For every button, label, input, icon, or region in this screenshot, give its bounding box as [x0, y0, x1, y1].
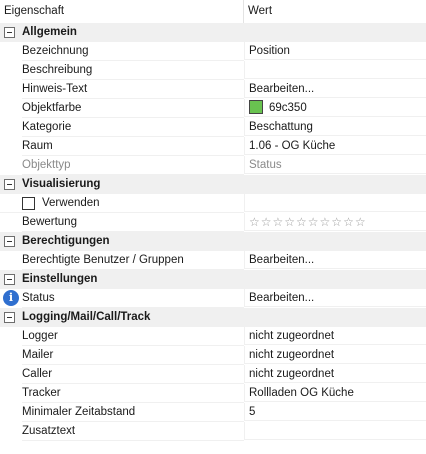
column-header-value[interactable]: Wert: [244, 0, 426, 23]
property-row-caller[interactable]: Caller nicht zugeordnet: [0, 365, 426, 384]
checkbox-label: Verwenden: [42, 197, 100, 209]
property-value[interactable]: [244, 422, 426, 440]
property-value[interactable]: nicht zugeordnet: [244, 327, 426, 345]
category-einstellungen[interactable]: Einstellungen: [0, 270, 426, 289]
property-name: Bewertung: [22, 213, 244, 232]
property-row-status[interactable]: i Status Bearbeiten...: [0, 289, 426, 308]
category-berechtigungen[interactable]: Berechtigungen: [0, 232, 426, 251]
property-row-verwenden[interactable]: Verwenden: [0, 194, 426, 213]
property-name: Objekttyp: [22, 156, 244, 175]
property-row-hinweis-text[interactable]: Hinweis-Text Bearbeiten...: [0, 80, 426, 99]
category-label: Einstellungen: [22, 273, 98, 285]
category-allgemein[interactable]: Allgemein: [0, 23, 426, 42]
property-name: Objektfarbe: [22, 99, 244, 118]
collapse-icon[interactable]: [4, 236, 15, 247]
property-name: Minimaler Zeitabstand: [22, 403, 244, 422]
property-row-bezeichnung[interactable]: Bezeichnung Position: [0, 42, 426, 61]
property-name: Beschreibung: [22, 61, 244, 80]
property-row-mailer[interactable]: Mailer nicht zugeordnet: [0, 346, 426, 365]
property-name: Kategorie: [22, 118, 244, 137]
property-row-berechtigte-benutzer[interactable]: Berechtigte Benutzer / Gruppen Bearbeite…: [0, 251, 426, 270]
property-grid: Eigenschaft Wert Allgemein Bezeichnung P…: [0, 0, 426, 454]
property-value[interactable]: [244, 61, 426, 79]
color-hex: 69c350: [269, 102, 307, 114]
property-name: Raum: [22, 137, 244, 156]
category-label: Allgemein: [22, 26, 77, 38]
rating-value[interactable]: ☆☆☆☆☆☆☆☆☆☆: [244, 213, 426, 231]
property-value[interactable]: Rollladen OG Küche: [244, 384, 426, 402]
property-value: [244, 194, 426, 212]
property-row-kategorie[interactable]: Kategorie Beschattung: [0, 118, 426, 137]
property-value[interactable]: Beschattung: [244, 118, 426, 136]
property-value[interactable]: nicht zugeordnet: [244, 346, 426, 364]
rating-stars[interactable]: ☆☆☆☆☆☆☆☆☆☆: [249, 213, 367, 231]
property-name: Tracker: [22, 384, 244, 403]
category-label: Berechtigungen: [22, 235, 110, 247]
property-value[interactable]: nicht zugeordnet: [244, 365, 426, 383]
collapse-icon[interactable]: [4, 27, 15, 38]
grid-header: Eigenschaft Wert: [0, 0, 426, 24]
property-value[interactable]: 5: [244, 403, 426, 421]
property-name: Status: [22, 289, 244, 308]
property-name: Logger: [22, 327, 244, 346]
color-value[interactable]: 69c350: [244, 99, 426, 117]
edit-link[interactable]: Bearbeiten...: [244, 251, 426, 269]
collapse-icon[interactable]: [4, 274, 15, 285]
category-label: Visualisierung: [22, 178, 101, 190]
property-name: Bezeichnung: [22, 42, 244, 61]
property-row-objekttyp: Objekttyp Status: [0, 156, 426, 175]
property-name: Caller: [22, 365, 244, 384]
info-icon: i: [3, 290, 19, 306]
property-name: Berechtigte Benutzer / Gruppen: [22, 251, 244, 270]
property-value: Status: [244, 156, 426, 174]
property-row-tracker[interactable]: Tracker Rollladen OG Küche: [0, 384, 426, 403]
category-visualisierung[interactable]: Visualisierung: [0, 175, 426, 194]
category-label: Logging/Mail/Call/Track: [22, 311, 151, 323]
property-row-zusatztext[interactable]: Zusatztext: [0, 422, 426, 441]
property-name: Zusatztext: [22, 422, 244, 441]
column-header-property[interactable]: Eigenschaft: [0, 0, 244, 23]
property-row-raum[interactable]: Raum 1.06 - OG Küche: [0, 137, 426, 156]
property-row-objektfarbe[interactable]: Objektfarbe 69c350: [0, 99, 426, 118]
edit-link[interactable]: Bearbeiten...: [244, 289, 426, 307]
property-row-zeitabstand[interactable]: Minimaler Zeitabstand 5: [0, 403, 426, 422]
property-value[interactable]: Position: [244, 42, 426, 60]
color-swatch[interactable]: [249, 99, 263, 114]
property-name: Mailer: [22, 346, 244, 365]
collapse-icon[interactable]: [4, 179, 15, 190]
verwenden-checkbox[interactable]: [22, 197, 35, 210]
verwenden-cell: [0, 194, 244, 213]
property-value[interactable]: 1.06 - OG Küche: [244, 137, 426, 155]
edit-link[interactable]: Bearbeiten...: [244, 80, 426, 98]
property-row-logger[interactable]: Logger nicht zugeordnet: [0, 327, 426, 346]
collapse-icon[interactable]: [4, 312, 15, 323]
property-row-bewertung[interactable]: Bewertung ☆☆☆☆☆☆☆☆☆☆: [0, 213, 426, 232]
property-name: Hinweis-Text: [22, 80, 244, 99]
property-row-beschreibung[interactable]: Beschreibung: [0, 61, 426, 80]
category-logging[interactable]: Logging/Mail/Call/Track: [0, 308, 426, 327]
